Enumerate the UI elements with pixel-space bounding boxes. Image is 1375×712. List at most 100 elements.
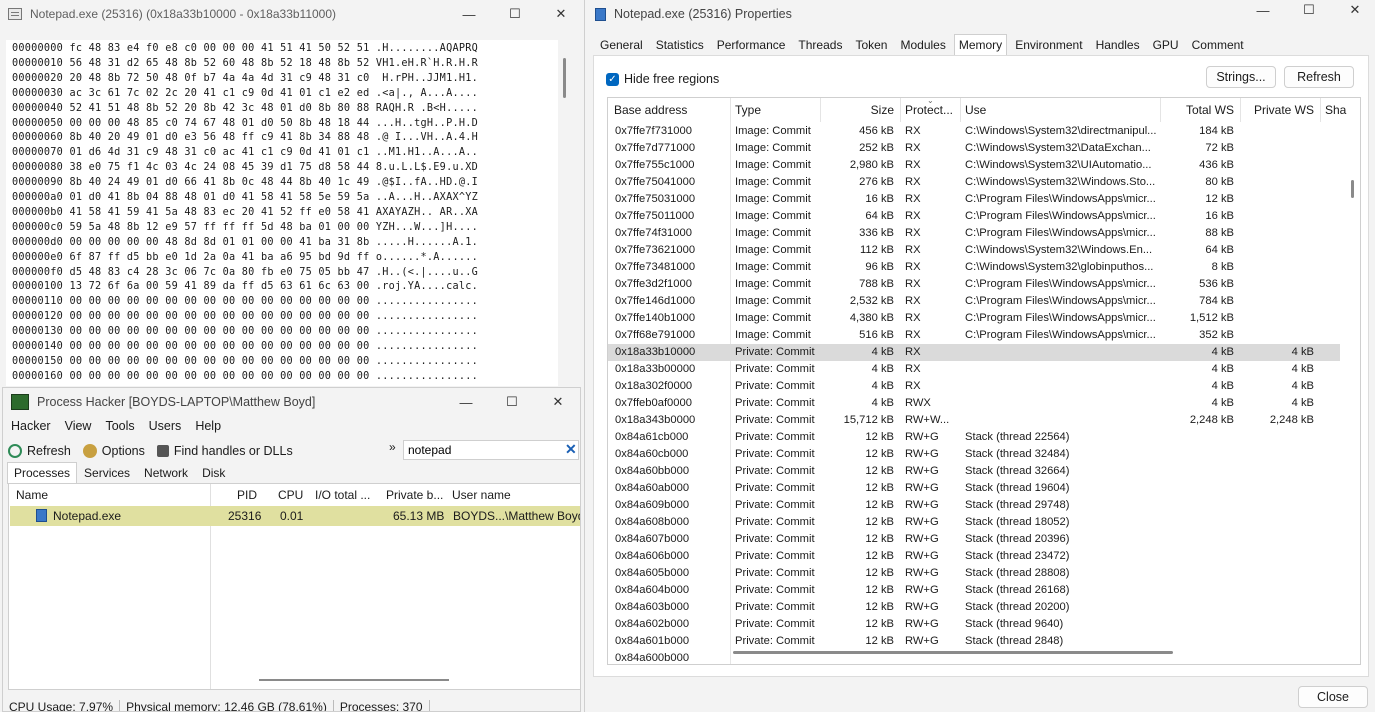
tab-general[interactable]: General [595,34,648,56]
table-row[interactable]: 0x7ffe74f31000 Image: Commit 336 kB RX C:\Pr… [608,225,1340,242]
cell-protection: RW+G [905,516,939,528]
col-cpu[interactable]: CPU [278,484,303,506]
grid-hscrollbar[interactable] [733,651,1173,654]
table-row[interactable]: 0x7ffe7d771000 Image: Commit 252 kB RX C:\Wi… [608,140,1340,157]
col-name[interactable]: Name [16,484,48,506]
strings-button[interactable]: Strings... [1206,66,1276,88]
tab-token[interactable]: Token [850,34,892,56]
cell-protection: RW+G [905,465,939,477]
table-row[interactable]: 0x7ffeb0af0000 Private: Commit 4 kB RWX 4 kB… [608,395,1340,412]
hex-scrollbar[interactable] [563,58,566,98]
close-button[interactable]: Close [1298,686,1368,708]
menu-tools[interactable]: Tools [105,419,134,433]
col-private-ws[interactable]: Private WS [1248,98,1314,122]
close-icon[interactable]: ✕ [538,0,583,28]
table-row[interactable]: 0x18a33b10000 Private: Commit 4 kB RX 4 kB 4 … [608,344,1340,361]
table-row[interactable]: 0x18a33b00000 Private: Commit 4 kB RX 4 kB 4 … [608,361,1340,378]
grid-vscrollbar[interactable] [1351,180,1354,198]
tab-performance[interactable]: Performance [712,34,791,56]
col-private-bytes[interactable]: Private b... [386,484,443,506]
chevron-right-icon[interactable]: » [389,440,396,454]
table-row[interactable]: 0x84a608b000 Private: Commit 12 kB RW+G Stac… [608,514,1340,531]
table-row[interactable]: 0x7ffe73621000 Image: Commit 112 kB RX C:\Wi… [608,242,1340,259]
clear-search-icon[interactable]: ✕ [565,441,577,458]
minimize-icon[interactable]: — [443,388,489,416]
table-row[interactable]: 0x84a604b000 Private: Commit 12 kB RW+G Stac… [608,582,1340,599]
table-row[interactable]: 0x7ffe75011000 Image: Commit 64 kB RX C:\Pro… [608,208,1340,225]
table-row[interactable]: 0x84a60cb000 Private: Commit 12 kB RW+G Stac… [608,446,1340,463]
minimize-icon[interactable]: — [446,0,492,28]
table-row[interactable]: 0x84a60ab000 Private: Commit 12 kB RW+G Stac… [608,480,1340,497]
cell-use: Stack (thread 20396) [965,533,1070,545]
col-use[interactable]: Use [965,98,986,122]
tab-disk[interactable]: Disk [195,462,232,484]
table-row[interactable]: 0x7ffe146d1000 Image: Commit 2,532 kB RX C:\… [608,293,1340,310]
search-input[interactable] [403,440,579,460]
cell-use: Stack (thread 20200) [965,601,1070,613]
table-row[interactable]: 0x84a607b000 Private: Commit 12 kB RW+G Stac… [608,531,1340,548]
table-row[interactable]: 0x7ffe75041000 Image: Commit 276 kB RX C:\Wi… [608,174,1340,191]
table-row[interactable]: 0x7ffe140b1000 Image: Commit 4,380 kB RX C:\… [608,310,1340,327]
tab-modules[interactable]: Modules [895,34,950,56]
tab-environment[interactable]: Environment [1010,34,1087,56]
refresh-button[interactable]: Refresh [1284,66,1354,88]
menu-help[interactable]: Help [195,419,221,433]
table-row[interactable]: 0x84a606b000 Private: Commit 12 kB RW+G Stac… [608,548,1340,565]
col-base-address[interactable]: Base address [614,98,687,122]
table-row[interactable]: 0x7ff68e791000 Image: Commit 516 kB RX C:\Pr… [608,327,1340,344]
tab-comment[interactable]: Comment [1187,34,1249,56]
table-row[interactable]: 0x7ffe75031000 Image: Commit 16 kB RX C:\Pro… [608,191,1340,208]
table-row[interactable]: Notepad.exe 25316 0.01 65.13 MB BOYDS...… [10,506,580,526]
tab-processes[interactable]: Processes [7,462,78,484]
options-button[interactable]: Options [82,444,145,458]
col-type[interactable]: Type [735,98,761,122]
tab-statistics[interactable]: Statistics [651,34,709,56]
tab-threads[interactable]: Threads [793,34,847,56]
maximize-icon[interactable]: ☐ [489,388,535,416]
table-row[interactable]: 0x7ffe755c1000 Image: Commit 2,980 kB RX C:\… [608,157,1340,174]
table-row[interactable]: 0x84a603b000 Private: Commit 12 kB RW+G Stac… [608,599,1340,616]
cell-protection: RX [905,380,921,392]
find-handles-button[interactable]: Find handles or DLLs [156,444,293,458]
col-io-total[interactable]: I/O total ... [315,484,370,506]
col-total-ws[interactable]: Total WS [1174,98,1234,122]
menu-hacker[interactable]: Hacker [11,419,51,433]
menu-view[interactable]: View [65,419,92,433]
cell-use: Stack (thread 32484) [965,448,1070,460]
menu-users[interactable]: Users [149,419,182,433]
table-row[interactable]: 0x84a60bb000 Private: Commit 12 kB RW+G Stac… [608,463,1340,480]
table-row[interactable]: 0x18a343b0000 Private: Commit 15,712 kB RW+… [608,412,1340,429]
close-icon[interactable]: ✕ [1332,0,1375,24]
tab-memory[interactable]: Memory [953,34,1008,56]
hide-free-checkbox[interactable]: ✓ Hide free regions [606,72,719,86]
table-row[interactable]: 0x84a61cb000 Private: Commit 12 kB RW+G Stac… [608,429,1340,446]
tab-network[interactable]: Network [137,462,195,484]
cell-base-address: 0x7ffe7d771000 [615,142,696,154]
ph-tabs: Processes Services Network Disk [7,462,232,484]
table-row[interactable]: 0x18a302f0000 Private: Commit 4 kB RX 4 kB 4 … [608,378,1340,395]
maximize-icon[interactable]: ☐ [1286,0,1332,24]
table-row[interactable]: 0x84a605b000 Private: Commit 12 kB RW+G Stac… [608,565,1340,582]
cell-use: C:\Windows\System32\UIAutomatio... [965,159,1152,171]
col-pid[interactable]: PID [237,484,257,506]
process-cpu: 0.01 [280,509,304,523]
tab-handles[interactable]: Handles [1091,34,1145,56]
refresh-button[interactable]: Refresh [8,444,71,458]
close-icon[interactable]: ✕ [535,388,580,416]
table-row[interactable]: 0x84a609b000 Private: Commit 12 kB RW+G Stac… [608,497,1340,514]
table-row[interactable]: 0x7ffe7f731000 Image: Commit 456 kB RX C:\Wi… [608,123,1340,140]
table-row[interactable]: 0x84a602b000 Private: Commit 12 kB RW+G Stac… [608,616,1340,633]
col-size[interactable]: Size [860,98,894,122]
col-shareable[interactable]: Sha [1325,98,1346,122]
hex-dump-pane[interactable]: 00000000 fc 48 83 e4 f0 e8 c0 00 00 00 4… [6,40,558,386]
table-hscrollbar[interactable] [259,679,449,681]
cell-type: Private: Commit [735,346,815,358]
col-user-name[interactable]: User name [452,484,511,506]
table-row[interactable]: 0x7ffe73481000 Image: Commit 96 kB RX C:\Win… [608,259,1340,276]
table-row[interactable]: 0x84a601b000 Private: Commit 12 kB RW+G Stac… [608,633,1340,650]
minimize-icon[interactable]: — [1240,0,1286,24]
table-row[interactable]: 0x7ffe3d2f1000 Image: Commit 788 kB RX C:\Pr… [608,276,1340,293]
tab-gpu[interactable]: GPU [1148,34,1184,56]
tab-services[interactable]: Services [77,462,137,484]
maximize-icon[interactable]: ☐ [492,0,538,28]
